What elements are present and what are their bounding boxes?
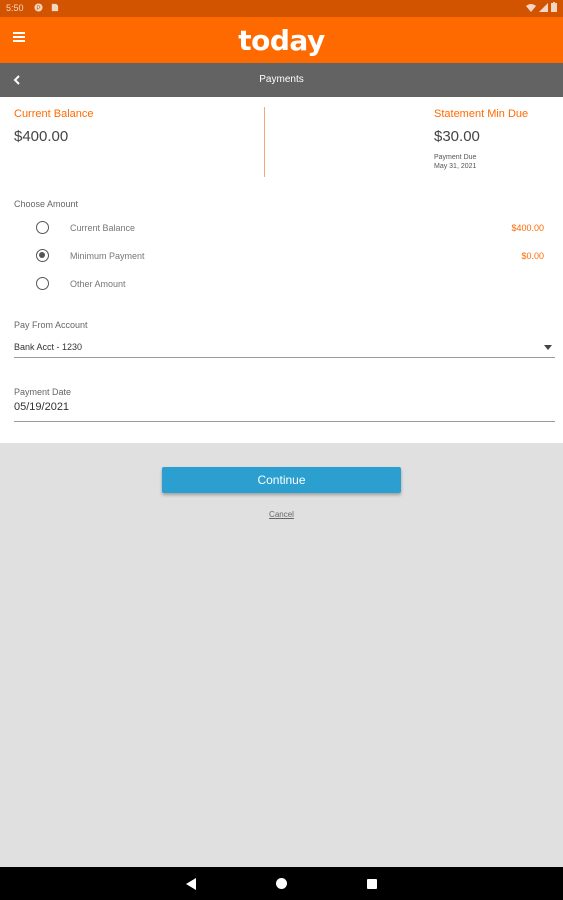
status-bar: 5:50 P: [0, 0, 563, 17]
pay-from-account-select[interactable]: Bank Acct - 1230: [14, 342, 82, 352]
option-minimum-payment-label[interactable]: Minimum Payment: [70, 251, 145, 261]
system-nav-bar: [0, 867, 563, 900]
option-other-amount-label[interactable]: Other Amount: [70, 279, 126, 289]
status-time: 5:50: [6, 3, 24, 13]
statement-min-due-value: $30.00: [434, 128, 480, 145]
payment-form: Current Balance $400.00 Statement Min Du…: [0, 97, 563, 443]
date-underline: [14, 421, 555, 422]
dropdown-arrow-icon[interactable]: [544, 345, 552, 350]
svg-text:P: P: [36, 5, 40, 12]
radio-other-amount[interactable]: [36, 277, 49, 290]
page-title: Payments: [259, 74, 304, 85]
current-balance-label: Current Balance: [14, 108, 94, 120]
pay-from-account-label: Pay From Account: [14, 320, 88, 330]
radio-selected-dot: [39, 252, 45, 258]
signal-icon: [539, 2, 548, 12]
current-balance-value: $400.00: [14, 128, 69, 145]
continue-button[interactable]: Continue: [162, 467, 401, 493]
payment-date-field[interactable]: 05/19/2021: [14, 401, 69, 413]
nav-home-icon[interactable]: [276, 878, 287, 889]
payment-due-label: Payment Due: [434, 154, 477, 161]
nav-back-icon[interactable]: [186, 878, 196, 890]
page-header: Payments: [0, 63, 563, 97]
option-minimum-payment-amount: $0.00: [521, 251, 544, 261]
wifi-icon: [526, 3, 536, 12]
statement-min-due-label: Statement Min Due: [434, 108, 529, 120]
app-bar: today: [0, 17, 563, 63]
radio-minimum-payment[interactable]: [36, 249, 49, 262]
radio-current-balance[interactable]: [36, 221, 49, 234]
option-current-balance-label[interactable]: Current Balance: [70, 223, 135, 233]
brand-logo: today: [238, 24, 325, 57]
choose-amount-label: Choose Amount: [14, 199, 79, 209]
select-underline: [14, 357, 555, 358]
payment-date-label: Payment Date: [14, 387, 72, 397]
option-current-balance-amount: $400.00: [511, 223, 544, 233]
payment-due-date: May 31, 2021: [434, 163, 477, 170]
cancel-link[interactable]: Cancel: [0, 510, 563, 519]
summary-divider: [264, 107, 265, 177]
nav-recents-icon[interactable]: [367, 879, 377, 889]
sd-card-icon: [51, 3, 59, 12]
app-notification-icon: P: [34, 3, 43, 12]
battery-icon: [551, 2, 557, 12]
